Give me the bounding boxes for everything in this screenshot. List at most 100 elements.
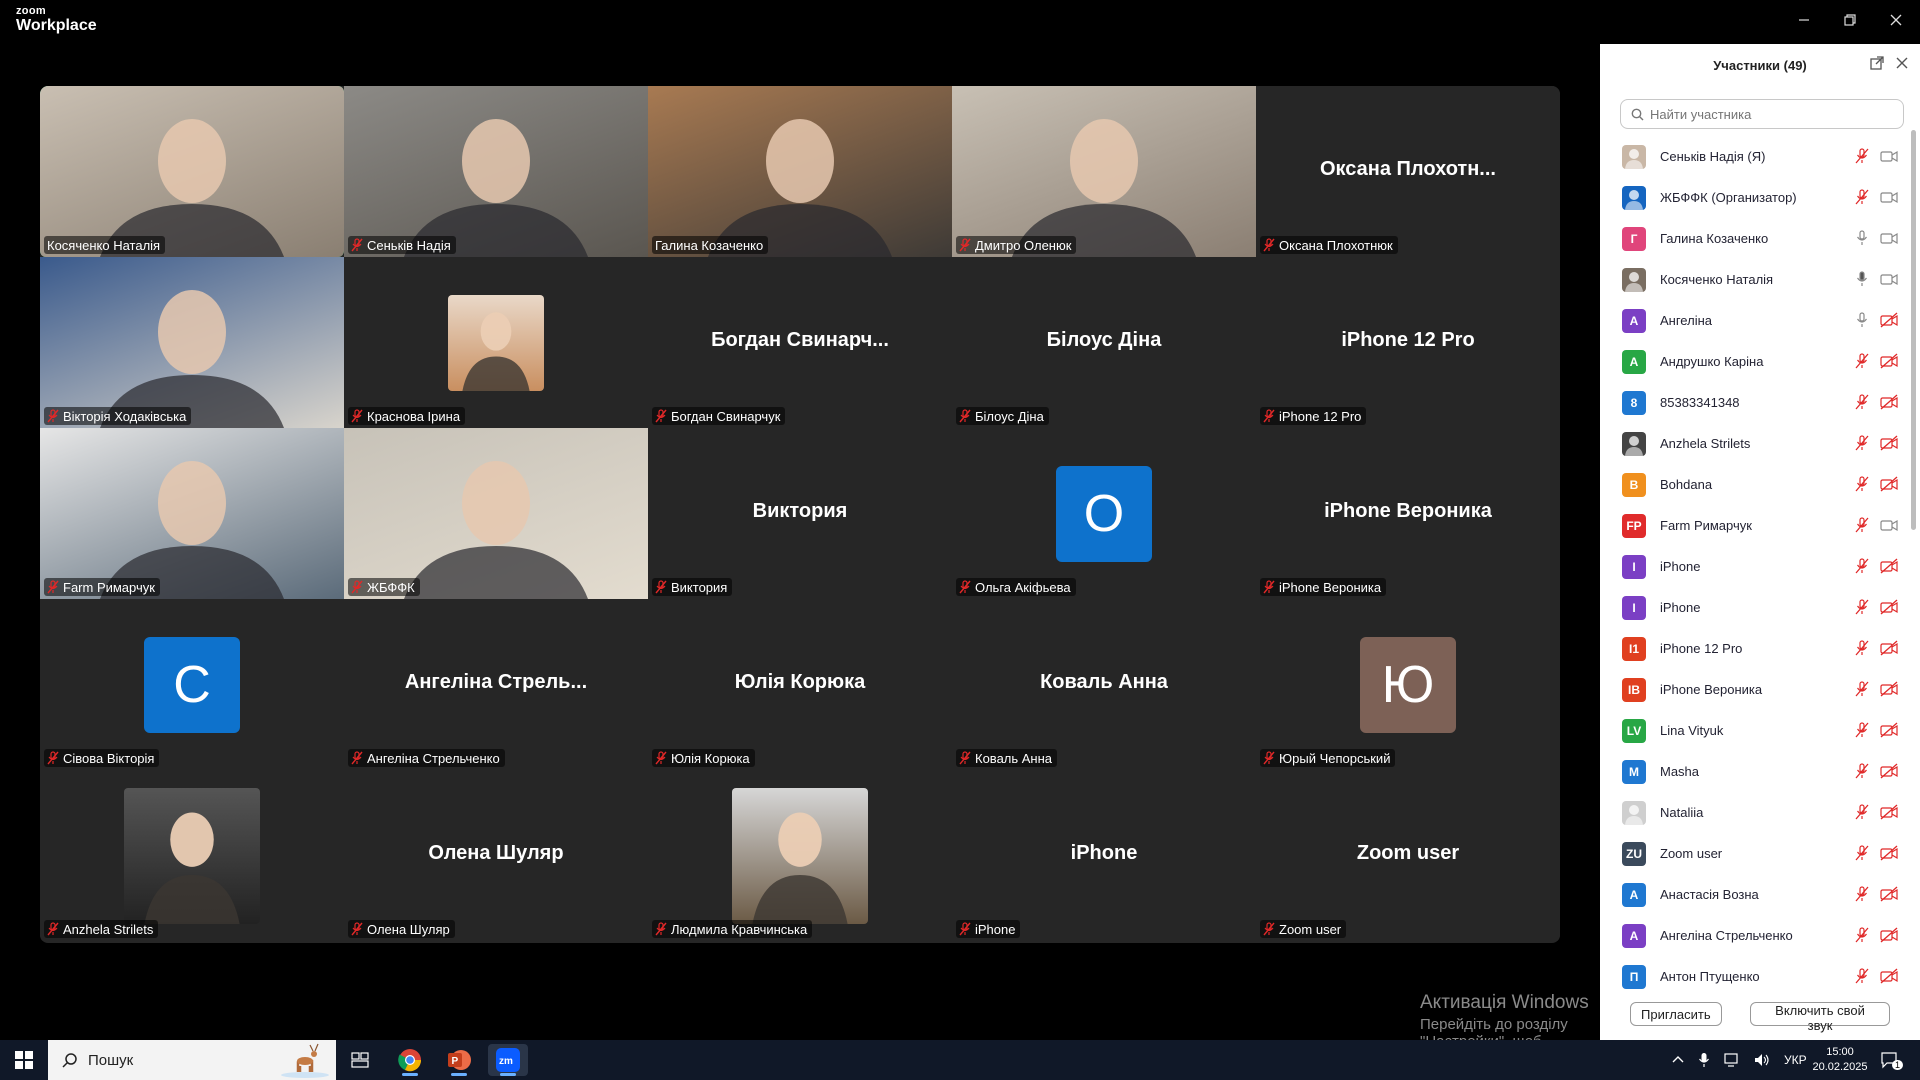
- volume-icon[interactable]: [1754, 1053, 1770, 1067]
- popout-button[interactable]: [1870, 56, 1884, 74]
- muted-mic-icon[interactable]: [1854, 927, 1870, 943]
- video-off-icon[interactable]: [1880, 435, 1898, 451]
- video-off-icon[interactable]: [1880, 681, 1898, 697]
- video-tile[interactable]: Олена Шуляр Олена Шуляр: [344, 770, 648, 941]
- video-off-icon[interactable]: [1880, 763, 1898, 779]
- participant-list[interactable]: Сеньків Надія (Я) ЖБФФК (Организатор) Г Гал…: [1600, 136, 1912, 1026]
- video-tile[interactable]: ЖБФФК: [344, 428, 648, 599]
- video-tile[interactable]: Farm Римарчук: [40, 428, 344, 599]
- participant-row[interactable]: IB iPhone Вероника: [1600, 669, 1912, 710]
- muted-mic-icon[interactable]: [1854, 845, 1870, 861]
- participant-row[interactable]: FP Farm Римарчук: [1600, 505, 1912, 546]
- participant-row[interactable]: Г Галина Козаченко: [1600, 218, 1912, 259]
- muted-mic-icon[interactable]: [1854, 435, 1870, 451]
- participant-row[interactable]: А Ангеліна Стрельченко: [1600, 915, 1912, 956]
- video-tile[interactable]: Білоус Діна Білоус Діна: [952, 257, 1256, 428]
- participant-row[interactable]: П Антон Птущенко: [1600, 956, 1912, 997]
- video-tile[interactable]: Оксана Плохотн... Оксана Плохотнюк: [1256, 86, 1560, 257]
- clock[interactable]: 15:00 20.02.2025: [1810, 1040, 1870, 1080]
- participant-row[interactable]: А Ангеліна: [1600, 300, 1912, 341]
- video-tile[interactable]: С Сівова Вікторія: [40, 599, 344, 770]
- participant-row[interactable]: Косяченко Наталія: [1600, 259, 1912, 300]
- video-tile[interactable]: iPhone 12 Pro iPhone 12 Pro: [1256, 257, 1560, 428]
- participant-row[interactable]: А Андрушко Каріна: [1600, 341, 1912, 382]
- muted-mic-icon[interactable]: [1854, 681, 1870, 697]
- participant-row[interactable]: Nataliia: [1600, 792, 1912, 833]
- muted-mic-icon[interactable]: [1854, 394, 1870, 410]
- video-tile[interactable]: Виктория Виктория: [648, 428, 952, 599]
- video-tile[interactable]: Галина Козаченко: [648, 86, 952, 257]
- video-off-icon[interactable]: [1880, 353, 1898, 369]
- video-off-icon[interactable]: [1880, 394, 1898, 410]
- video-tile[interactable]: Краснова Ірина: [344, 257, 648, 428]
- video-tile[interactable]: Коваль Анна Коваль Анна: [952, 599, 1256, 770]
- video-off-icon[interactable]: [1880, 599, 1898, 615]
- video-tile[interactable]: Anzhela Strilets: [40, 770, 344, 941]
- participant-row[interactable]: Сеньків Надія (Я): [1600, 136, 1912, 177]
- video-off-icon[interactable]: [1880, 558, 1898, 574]
- video-off-icon[interactable]: [1880, 927, 1898, 943]
- video-off-icon[interactable]: [1880, 312, 1898, 328]
- video-tile[interactable]: Богдан Свинарч... Богдан Свинарчук: [648, 257, 952, 428]
- muted-mic-icon[interactable]: [1854, 189, 1870, 205]
- minimize-button[interactable]: [1782, 0, 1826, 40]
- video-off-icon[interactable]: [1880, 640, 1898, 656]
- participant-row[interactable]: M Masha: [1600, 751, 1912, 792]
- video-tile[interactable]: Юлія Корюка Юлія Корюка: [648, 599, 952, 770]
- participant-row[interactable]: А Анастасія Возна: [1600, 874, 1912, 915]
- start-button[interactable]: [4, 1044, 44, 1076]
- video-off-icon[interactable]: [1880, 722, 1898, 738]
- video-tile[interactable]: Ю Юрый Чепорський: [1256, 599, 1560, 770]
- mic-icon[interactable]: [1854, 312, 1870, 328]
- video-tile[interactable]: iPhone iPhone: [952, 770, 1256, 941]
- video-off-icon[interactable]: [1880, 886, 1898, 902]
- video-on-icon[interactable]: [1880, 148, 1898, 164]
- invite-button[interactable]: Пригласить: [1630, 1002, 1722, 1026]
- mic-icon[interactable]: [1854, 230, 1870, 246]
- taskbar-search-box[interactable]: Пошук: [48, 1040, 336, 1080]
- video-on-icon[interactable]: [1880, 517, 1898, 533]
- taskbar-powerpoint[interactable]: P: [439, 1044, 479, 1076]
- muted-mic-icon[interactable]: [1854, 517, 1870, 533]
- video-tile[interactable]: О Ольга Акіфьева: [952, 428, 1256, 599]
- participant-row[interactable]: 8 85383341348: [1600, 382, 1912, 423]
- video-off-icon[interactable]: [1880, 476, 1898, 492]
- participant-row[interactable]: IiPhone: [1600, 587, 1912, 628]
- participant-list-scrollbar[interactable]: [1911, 130, 1916, 530]
- chevron-up-icon[interactable]: [1672, 1054, 1684, 1066]
- video-on-icon[interactable]: [1880, 271, 1898, 287]
- task-view-button[interactable]: [340, 1044, 380, 1076]
- video-tile[interactable]: iPhone Вероника iPhone Вероника: [1256, 428, 1560, 599]
- muted-mic-icon[interactable]: [1854, 968, 1870, 984]
- muted-mic-icon[interactable]: [1854, 148, 1870, 164]
- muted-mic-icon[interactable]: [1854, 886, 1870, 902]
- close-panel-button[interactable]: [1896, 56, 1908, 73]
- muted-mic-icon[interactable]: [1854, 353, 1870, 369]
- muted-mic-icon[interactable]: [1854, 722, 1870, 738]
- muted-mic-icon[interactable]: [1854, 763, 1870, 779]
- participant-row[interactable]: LV Lina Vityuk: [1600, 710, 1912, 751]
- participant-row[interactable]: ZU Zoom user: [1600, 833, 1912, 874]
- keyboard-language[interactable]: УКР: [1784, 1053, 1807, 1067]
- video-tile[interactable]: Людмила Кравчинська: [648, 770, 952, 941]
- unmute-self-button[interactable]: Включить свой звук: [1750, 1002, 1890, 1033]
- muted-mic-icon[interactable]: [1854, 804, 1870, 820]
- muted-mic-icon[interactable]: [1854, 640, 1870, 656]
- video-off-icon[interactable]: [1880, 804, 1898, 820]
- video-on-icon[interactable]: [1880, 189, 1898, 205]
- video-tile[interactable]: Вікторія Ходаківська: [40, 257, 344, 428]
- participant-row[interactable]: B Bohdana: [1600, 464, 1912, 505]
- video-tile[interactable]: Косяченко Наталія: [40, 86, 344, 257]
- video-on-icon[interactable]: [1880, 230, 1898, 246]
- video-off-icon[interactable]: [1880, 968, 1898, 984]
- restore-button[interactable]: [1828, 0, 1872, 40]
- network-icon[interactable]: [1724, 1053, 1740, 1067]
- taskbar-zoom[interactable]: zm: [488, 1044, 528, 1076]
- muted-mic-icon[interactable]: [1854, 599, 1870, 615]
- participant-row[interactable]: I1 iPhone 12 Pro: [1600, 628, 1912, 669]
- participant-search-input[interactable]: [1650, 106, 1890, 122]
- video-off-icon[interactable]: [1880, 845, 1898, 861]
- notification-center-button[interactable]: 1: [1880, 1040, 1904, 1080]
- video-tile[interactable]: Ангеліна Стрель... Ангеліна Стрельченко: [344, 599, 648, 770]
- video-tile[interactable]: Сеньків Надія: [344, 86, 648, 257]
